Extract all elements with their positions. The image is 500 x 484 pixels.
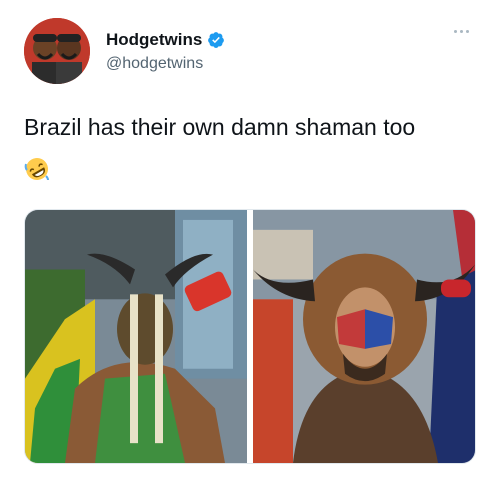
handle[interactable]: @hodgetwins	[106, 53, 225, 75]
author-names: Hodgetwins @hodgetwins	[106, 30, 225, 75]
display-name[interactable]: Hodgetwins	[106, 30, 225, 50]
capitol-shaman-photo[interactable]	[253, 210, 476, 463]
verified-badge-icon	[208, 32, 225, 48]
avatar-photo	[24, 18, 90, 84]
display-name-text[interactable]: Hodgetwins	[106, 30, 202, 50]
avatar[interactable]	[24, 18, 90, 84]
more-options-icon[interactable]	[452, 28, 472, 36]
tweet-header: Hodgetwins @hodgetwins	[24, 18, 476, 86]
tweet-text: Brazil has their own damn shaman too	[24, 114, 416, 140]
brazil-shaman-photo[interactable]	[25, 210, 247, 463]
rolling-on-floor-laughing-emoji-icon	[24, 158, 49, 181]
tweet-media[interactable]	[24, 209, 476, 464]
